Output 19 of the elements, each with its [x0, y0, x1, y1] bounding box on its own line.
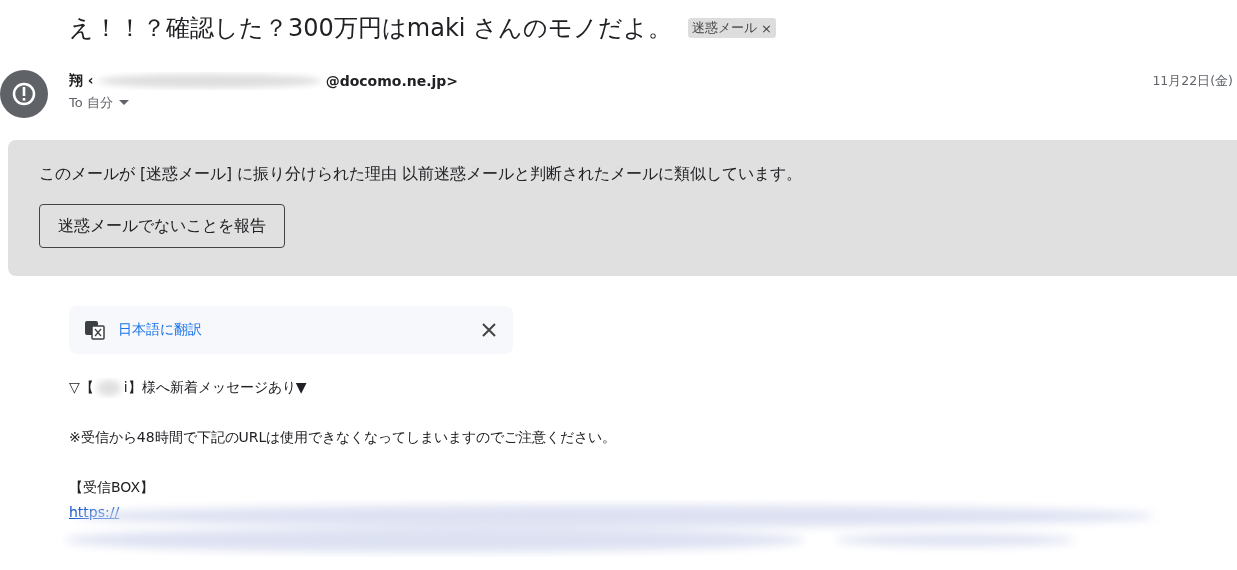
- message-text: 【受信BOX】: [69, 478, 156, 497]
- email-date: 11月22日(金): [1152, 72, 1233, 90]
- message-link[interactable]: https://: [69, 504, 120, 520]
- report-not-spam-button[interactable]: 迷惑メールでないことを報告: [39, 204, 285, 248]
- recipient-dropdown[interactable]: To 自分: [69, 94, 129, 112]
- caret-icon: [118, 100, 129, 106]
- message-text: ▽【: [69, 379, 94, 397]
- spam-reason: このメールが [迷惑メール] に振り分けられた理由 以前迷惑メールと判断されたメールに類似しています。: [39, 164, 803, 185]
- label-chip: 迷惑メール ×: [688, 18, 776, 38]
- message-text: ※受信から48時間で下記のURLは使用できなくなってしまいますのでご注意ください。: [69, 428, 618, 447]
- sender-name: 翔 ‹: [69, 72, 94, 90]
- email-subject: え！！？確認した？300万円はmaki さんのモノだよ。: [69, 13, 673, 44]
- message-text: i】様へ新着メッセージあり▼: [123, 379, 307, 397]
- translate-icon: [84, 319, 106, 341]
- warning-avatar-icon: [0, 70, 48, 118]
- close-icon[interactable]: [482, 323, 496, 337]
- sender-address: @docomo.ne.jp>: [325, 73, 459, 89]
- translate-link[interactable]: 日本語に翻訳: [118, 321, 202, 339]
- remove-label-button[interactable]: ×: [761, 20, 772, 36]
